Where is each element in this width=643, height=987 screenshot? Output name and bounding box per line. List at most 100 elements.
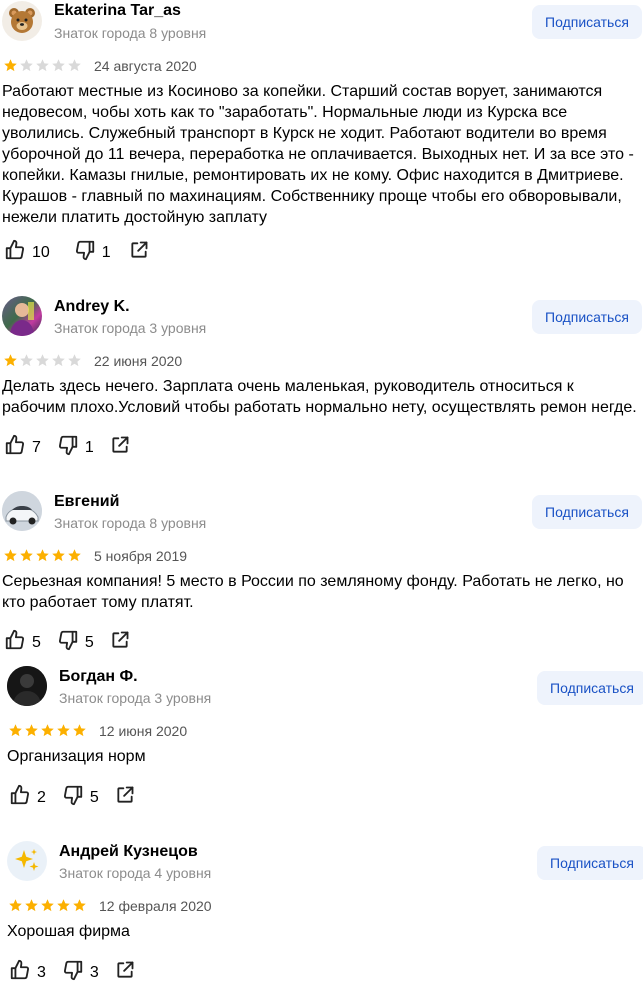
like-count: 3 xyxy=(37,963,46,981)
review-date: 5 ноября 2019 xyxy=(94,548,188,564)
thumbs-up-icon xyxy=(4,239,26,266)
subscribe-button[interactable]: Подписаться xyxy=(532,495,642,529)
star-filled-icon xyxy=(25,724,38,737)
share-icon xyxy=(110,630,130,655)
star-filled-icon xyxy=(41,899,54,912)
star-filled-icon xyxy=(57,899,70,912)
car-avatar-icon[interactable] xyxy=(2,491,42,531)
star-filled-icon xyxy=(4,59,17,72)
like-button[interactable]: 10 xyxy=(4,239,50,266)
author-name[interactable]: Andrey K. xyxy=(54,298,130,316)
share-button[interactable] xyxy=(115,960,135,985)
star-empty-icon xyxy=(36,354,49,367)
review-actions: 10 1 xyxy=(4,239,165,266)
like-button[interactable]: 5 xyxy=(4,629,41,656)
share-icon xyxy=(110,435,130,460)
share-button[interactable] xyxy=(110,435,130,460)
subscribe-button[interactable]: Подписаться xyxy=(537,671,643,705)
dislike-count: 3 xyxy=(89,963,99,981)
star-empty-icon xyxy=(20,354,33,367)
thumbs-down-icon xyxy=(57,434,79,461)
dark-photo-avatar-icon[interactable] xyxy=(7,666,47,706)
dislike-button[interactable]: 1 xyxy=(57,434,94,461)
thumbs-down-icon xyxy=(74,239,96,266)
rating-stars xyxy=(3,548,82,564)
dislike-button[interactable]: 5 xyxy=(62,784,99,811)
share-button[interactable] xyxy=(115,785,135,810)
like-count: 2 xyxy=(37,788,46,806)
author-level: Знаток города 3 уровня xyxy=(59,690,212,706)
author-level: Знаток города 8 уровня xyxy=(54,515,207,531)
star-filled-icon xyxy=(57,724,70,737)
share-button[interactable] xyxy=(129,240,149,265)
author-name[interactable]: Андрей Кузнецов xyxy=(59,843,198,861)
share-icon xyxy=(129,240,149,265)
star-filled-icon xyxy=(4,549,17,562)
author-level: Знаток города 8 уровня xyxy=(54,25,207,41)
subscribe-button[interactable]: Подписаться xyxy=(537,846,643,880)
star-filled-icon xyxy=(73,724,86,737)
subscribe-button[interactable]: Подписаться xyxy=(532,5,642,39)
review-text: Организация норм xyxy=(7,748,146,765)
star-filled-icon xyxy=(36,549,49,562)
author-name[interactable]: Ekaterina Tar_as xyxy=(54,2,181,20)
like-button[interactable]: 7 xyxy=(4,434,41,461)
bear-emoji-icon[interactable] xyxy=(2,1,42,41)
dislike-count: 1 xyxy=(84,438,94,456)
review-actions: 2 5 xyxy=(9,784,151,811)
author-level: Знаток города 4 уровня xyxy=(59,865,212,881)
share-button[interactable] xyxy=(110,630,130,655)
share-icon xyxy=(115,785,135,810)
review-date: 12 февраля 2020 xyxy=(99,898,212,914)
review-actions: 7 1 xyxy=(4,434,146,461)
star-empty-icon xyxy=(20,59,33,72)
star-empty-icon xyxy=(68,59,81,72)
star-empty-icon xyxy=(52,354,65,367)
review-text: Хорошая фирма xyxy=(7,923,130,940)
star-filled-icon xyxy=(25,899,38,912)
review-date: 22 июня 2020 xyxy=(94,353,183,369)
dislike-button[interactable]: 1 xyxy=(74,239,111,266)
thumbs-down-icon xyxy=(62,784,84,811)
author-name[interactable]: Богдан Ф. xyxy=(59,668,138,686)
review-actions: 3 3 xyxy=(9,959,151,986)
review-date: 12 июня 2020 xyxy=(99,723,188,739)
rating-stars xyxy=(8,898,87,914)
review-text: Делать здесь нечего. Зарплата очень мале… xyxy=(2,378,637,416)
dislike-count: 5 xyxy=(84,633,94,651)
like-count: 10 xyxy=(32,243,50,261)
thumbs-up-icon xyxy=(9,784,31,811)
like-count: 7 xyxy=(32,438,41,456)
star-filled-icon xyxy=(20,549,33,562)
star-empty-icon xyxy=(36,59,49,72)
like-button[interactable]: 3 xyxy=(9,959,46,986)
thumbs-up-icon xyxy=(4,629,26,656)
photo-avatar-icon[interactable] xyxy=(2,296,42,336)
star-filled-icon xyxy=(4,354,17,367)
sparkles-emoji-icon[interactable] xyxy=(7,841,47,881)
star-filled-icon xyxy=(9,724,22,737)
thumbs-up-icon xyxy=(4,434,26,461)
thumbs-down-icon xyxy=(62,959,84,986)
star-filled-icon xyxy=(68,549,81,562)
share-icon xyxy=(115,960,135,985)
author-name[interactable]: Евгений xyxy=(54,493,119,511)
rating-stars xyxy=(3,58,82,74)
like-button[interactable]: 2 xyxy=(9,784,46,811)
star-empty-icon xyxy=(52,59,65,72)
star-filled-icon xyxy=(41,724,54,737)
subscribe-button[interactable]: Подписаться xyxy=(532,300,642,334)
star-filled-icon xyxy=(73,899,86,912)
dislike-button[interactable]: 3 xyxy=(62,959,99,986)
dislike-button[interactable]: 5 xyxy=(57,629,94,656)
review-text: Работают местные из Косиново за копейки.… xyxy=(2,83,634,226)
review-actions: 5 5 xyxy=(4,629,146,656)
review-text: Серьезная компания! 5 место в России по … xyxy=(2,573,624,611)
star-filled-icon xyxy=(52,549,65,562)
like-count: 5 xyxy=(32,633,41,651)
thumbs-down-icon xyxy=(57,629,79,656)
rating-stars xyxy=(8,723,87,739)
dislike-count: 5 xyxy=(89,788,99,806)
dislike-count: 1 xyxy=(101,243,111,261)
star-empty-icon xyxy=(68,354,81,367)
